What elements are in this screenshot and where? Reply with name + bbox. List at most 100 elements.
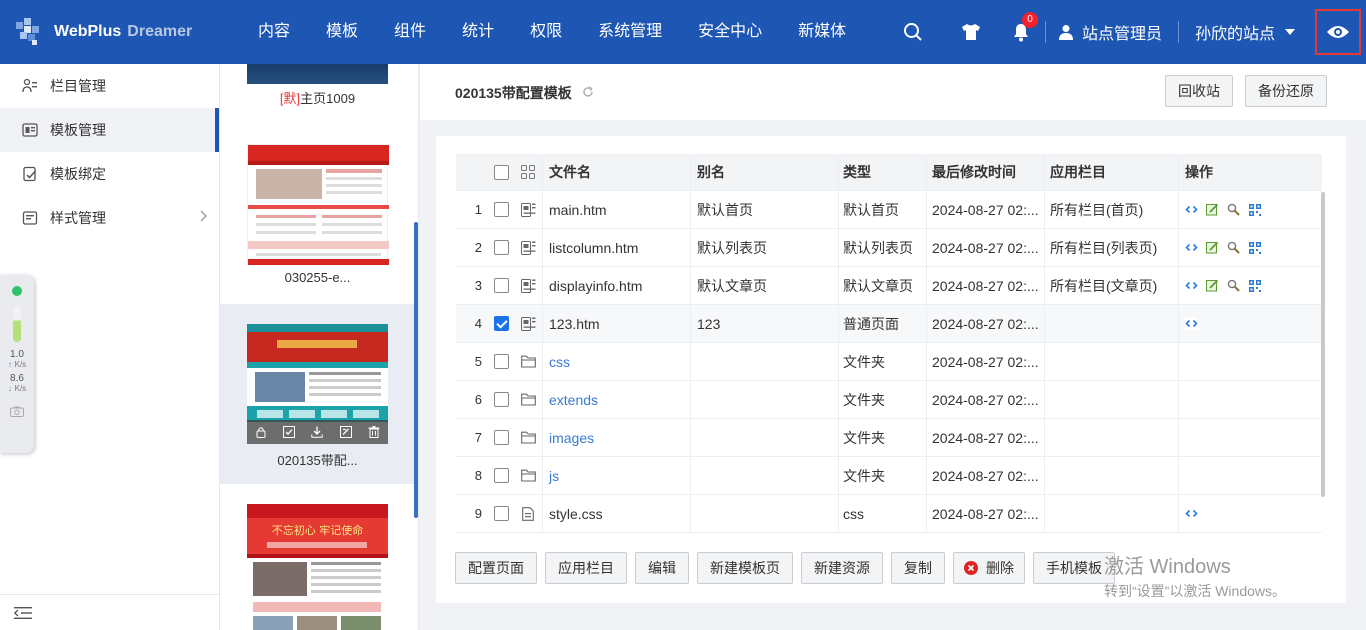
trash-icon[interactable]	[368, 426, 380, 438]
row-checkbox[interactable]	[488, 506, 514, 521]
sidebar-item-template-management[interactable]: 模板管理	[0, 108, 219, 152]
sidebar-item-style-management[interactable]: 样式管理	[0, 196, 219, 240]
table-scrollbar[interactable]	[1321, 192, 1325, 497]
row-checkbox[interactable]	[488, 202, 514, 217]
row-checkbox[interactable]	[488, 316, 514, 331]
zoom-search-icon[interactable]	[1227, 241, 1240, 254]
download-icon[interactable]	[311, 426, 324, 438]
file-name[interactable]: main.htm	[549, 202, 607, 218]
preview-eye-button[interactable]	[1315, 9, 1361, 55]
file-alias: 默认首页	[690, 191, 838, 228]
row-checkbox[interactable]	[488, 468, 514, 483]
lock-icon[interactable]	[255, 426, 267, 438]
upload-speed: 1.0 ↑ K/s	[7, 349, 27, 370]
nav-component[interactable]: 组件	[376, 0, 444, 64]
thumbnail-scrollbar[interactable]	[414, 222, 418, 518]
edit-icon[interactable]	[1206, 241, 1219, 254]
edit-icon[interactable]	[1206, 279, 1219, 292]
table-row[interactable]: 1 main.htm 默认首页 默认首页 2024-08-27 02:... 所有栏目(首…	[456, 191, 1322, 229]
notification-bell-icon[interactable]: 0	[1003, 0, 1039, 64]
grid-view-icon[interactable]	[514, 165, 542, 179]
collapse-sidebar-button[interactable]	[0, 594, 219, 630]
row-checkbox[interactable]	[488, 278, 514, 293]
delete-label: 删除	[986, 560, 1014, 576]
edit-button[interactable]: 编辑	[635, 552, 689, 584]
edit-icon[interactable]	[1206, 203, 1219, 216]
file-name[interactable]: listcolumn.htm	[549, 240, 638, 256]
qrcode-icon[interactable]	[1248, 203, 1261, 216]
zoom-search-icon[interactable]	[1227, 203, 1240, 216]
file-type: 默认首页	[838, 191, 926, 228]
qrcode-icon[interactable]	[1248, 241, 1261, 254]
applied-column	[1044, 495, 1178, 532]
select-all-checkbox[interactable]	[488, 164, 514, 180]
camera-icon[interactable]	[10, 404, 24, 420]
code-icon[interactable]	[1185, 317, 1198, 330]
user-menu[interactable]: 站点管理员	[1052, 20, 1172, 44]
file-name[interactable]: displayinfo.htm	[549, 278, 642, 294]
backup-restore-button[interactable]: 备份还原	[1245, 75, 1327, 107]
row-checkbox[interactable]	[488, 354, 514, 369]
new-resource-button[interactable]: 新建资源	[801, 552, 883, 584]
code-icon[interactable]	[1185, 241, 1198, 254]
row-checkbox[interactable]	[488, 392, 514, 407]
config-page-button[interactable]: 配置页面	[455, 552, 537, 584]
site-selector[interactable]: 孙欣的站点	[1185, 20, 1307, 44]
column-header-type: 类型	[838, 154, 926, 190]
table-row[interactable]: 9 style.css css 2024-08-27 02:...	[456, 495, 1322, 533]
table-row[interactable]: 2 listcolumn.htm 默认列表页 默认列表页 2024-08-27 02:.…	[456, 229, 1322, 267]
file-name[interactable]: css	[549, 354, 570, 370]
table-row[interactable]: 8 js 文件夹 2024-08-27 02:...	[456, 457, 1322, 495]
copy-button[interactable]: 复制	[891, 552, 945, 584]
template-thumbnail[interactable]: 不忘初心 牢记使命	[220, 490, 415, 630]
refresh-icon[interactable]	[582, 86, 594, 101]
file-name[interactable]: style.css	[549, 506, 603, 522]
columns-icon	[22, 78, 38, 94]
table-row[interactable]: 6 extends 文件夹 2024-08-27 02:...	[456, 381, 1322, 419]
file-name[interactable]: js	[549, 468, 559, 484]
thumbnail-caption: 020135带配...	[277, 453, 358, 468]
logo[interactable]: WebPlus Dreamer	[0, 0, 220, 64]
qrcode-icon[interactable]	[1248, 279, 1261, 292]
check-square-icon[interactable]	[283, 426, 296, 438]
nav-content[interactable]: 内容	[240, 0, 308, 64]
sidebar-item-template-binding[interactable]: 模板绑定	[0, 152, 219, 196]
nav-statistics[interactable]: 统计	[444, 0, 512, 64]
new-template-page-button[interactable]: 新建模板页	[697, 552, 793, 584]
template-thumbnail-list: [默]主页1009 030255-e... 020135带配... 不忘初心 牢…	[219, 64, 419, 630]
net-speed-widget[interactable]: 1.0 ↑ K/s 8.6 ↓ K/s	[0, 275, 34, 453]
nav-security-center[interactable]: 安全中心	[680, 0, 780, 64]
row-number: 7	[474, 430, 482, 445]
file-name[interactable]: images	[549, 430, 594, 446]
status-dot	[12, 286, 22, 296]
template-thumbnail[interactable]: [默]主页1009	[220, 64, 415, 124]
template-thumbnail-selected[interactable]: 020135带配...	[220, 304, 415, 484]
code-icon[interactable]	[1185, 507, 1198, 520]
search-icon[interactable]	[895, 0, 931, 64]
apply-column-button[interactable]: 应用栏目	[545, 552, 627, 584]
table-row[interactable]: 3 displayinfo.htm 默认文章页 默认文章页 2024-08-27 02:…	[456, 267, 1322, 305]
nav-template[interactable]: 模板	[308, 0, 376, 64]
file-name[interactable]: extends	[549, 392, 598, 408]
table-row[interactable]: 4 123.htm 123 普通页面 2024-08-27 02:...	[456, 305, 1322, 343]
theme-shirt-icon[interactable]	[953, 0, 989, 64]
mobile-template-button[interactable]: 手机模板	[1033, 552, 1115, 584]
table-row[interactable]: 5 css 文件夹 2024-08-27 02:...	[456, 343, 1322, 381]
nav-permission[interactable]: 权限	[512, 0, 580, 64]
recycle-bin-button[interactable]: 回收站	[1165, 75, 1233, 107]
row-checkbox[interactable]	[488, 240, 514, 255]
file-name[interactable]: 123.htm	[549, 316, 600, 332]
zoom-search-icon[interactable]	[1227, 279, 1240, 292]
row-checkbox[interactable]	[488, 430, 514, 445]
nav-new-media[interactable]: 新媒体	[780, 0, 864, 64]
edit-doc-icon[interactable]	[339, 426, 352, 438]
table-row[interactable]: 7 images 文件夹 2024-08-27 02:...	[456, 419, 1322, 457]
sidebar-item-column-management[interactable]: 栏目管理	[0, 64, 219, 108]
code-icon[interactable]	[1185, 203, 1198, 216]
code-icon[interactable]	[1185, 279, 1198, 292]
nav-system-admin[interactable]: 系统管理	[580, 0, 680, 64]
template-thumbnail[interactable]: 030255-e...	[220, 130, 415, 300]
page-template-icon	[514, 316, 542, 331]
delete-button[interactable]: 删除	[953, 552, 1025, 584]
file-alias: 默认文章页	[690, 267, 838, 304]
